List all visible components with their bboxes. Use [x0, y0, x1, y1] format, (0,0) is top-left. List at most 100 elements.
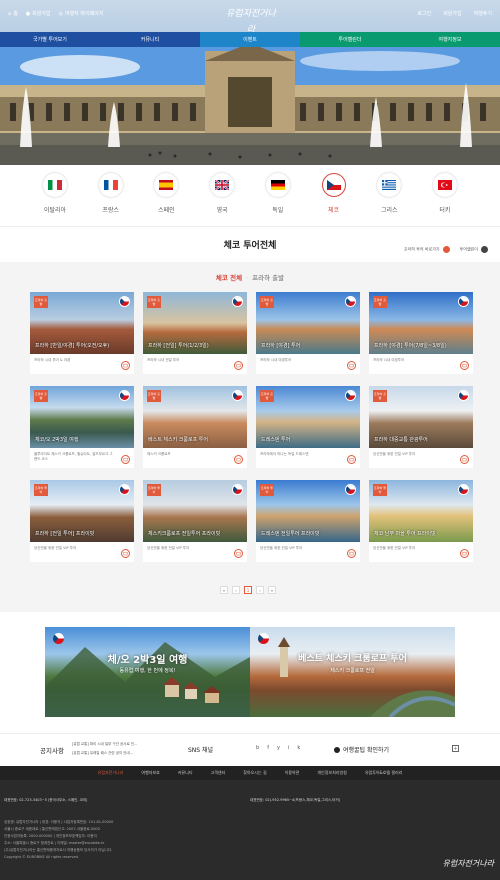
calendar-icon: [481, 246, 488, 253]
last-page-button[interactable]: »: [268, 586, 276, 594]
cart-icon[interactable]: [234, 361, 243, 370]
cart-icon[interactable]: [121, 549, 130, 558]
site-logo[interactable]: 유럽자전거나라: [225, 6, 277, 35]
travel-tip-link[interactable]: 여행꿀팁 확인하기: [334, 745, 389, 754]
footer-link[interactable]: 여행자보호: [141, 770, 159, 776]
cart-icon[interactable]: [460, 455, 469, 464]
quick-links: 프라하 투어 바로가기 투어캘린더: [404, 246, 488, 253]
notice-item[interactable]: [유럽 교통] 유레일 패스 관련 공지 안내...: [72, 749, 137, 758]
tour-card-image: 프라하 투어 체스키크룸로프 전일투어 프라이빗: [143, 480, 247, 542]
country-italy[interactable]: 이탈리아: [40, 173, 70, 223]
footer-link[interactable]: 이용약관: [285, 770, 300, 776]
util-join-link[interactable]: ● 회원가입: [26, 10, 51, 18]
kakao-icon[interactable]: k: [297, 745, 300, 751]
tour-card[interactable]: 프라하 출발 프라하 [야경] 투어(7/8일~3/8일) 프라하 시내 야경투어: [369, 292, 473, 374]
nav-item-event[interactable]: 이벤트: [200, 32, 300, 47]
cart-icon[interactable]: [234, 549, 243, 558]
tour-card[interactable]: 프라하 출발 프라하 [야경] 투어 프라하 시내 야경투어: [256, 292, 360, 374]
section-divider: [0, 226, 500, 227]
hero-banner: [0, 47, 500, 165]
tour-card[interactable]: 프라하 투어 프라하 [전일 투어] 프라이빗 당신만을 위한 전일 VIP 투어: [30, 480, 134, 562]
page-1-button[interactable]: 1: [244, 586, 252, 594]
czech-flag-icon: [458, 390, 469, 401]
greece-flag-icon: [382, 180, 397, 190]
prev-page-button[interactable]: ‹: [232, 586, 240, 594]
nav-item-countries[interactable]: 국가별 투어보기: [0, 32, 100, 47]
cart-icon[interactable]: [460, 549, 469, 558]
footer-link[interactable]: 개인정보처리방침: [317, 770, 346, 776]
prague-tour-link[interactable]: 프라하 투어 바로가기: [404, 246, 450, 253]
footer-link[interactable]: 고객센터: [211, 770, 226, 776]
tour-card-image: 프라하 투어 프라하 [전일 투어] 프라이빗: [30, 480, 134, 542]
check-icon: [334, 746, 340, 753]
join-link[interactable]: 회원가입: [443, 10, 461, 17]
footer-link[interactable]: 찾아오시는 길: [243, 770, 266, 776]
czech-flag-icon: [345, 296, 356, 307]
arrow-icon: [442, 246, 450, 253]
country-france[interactable]: 프랑스: [96, 173, 126, 223]
tour-card[interactable]: 프라하 출발 베스트 체스키 크룸로프 투어 체스키 크룸로프: [143, 386, 247, 468]
login-link[interactable]: 로그인: [417, 10, 431, 17]
czech-flag-icon: [326, 180, 341, 190]
country-turkey[interactable]: 터키: [430, 173, 460, 223]
promo-subtitle: 체스키 크룸로프 전일: [330, 668, 375, 674]
nav-item-calendar[interactable]: 투어캘린더: [300, 32, 400, 47]
cart-icon[interactable]: [234, 455, 243, 464]
tab-all[interactable]: 체코 전체: [216, 274, 242, 282]
facebook-icon[interactable]: f: [267, 745, 269, 751]
czech-flag-icon: [345, 390, 356, 401]
czech-flag-icon: [232, 390, 243, 401]
italy-flag-icon: [48, 180, 62, 190]
tab-prague[interactable]: 프라하 출발: [252, 274, 284, 282]
youtube-icon[interactable]: y: [277, 745, 280, 751]
country-uk[interactable]: 영국: [207, 173, 237, 223]
tour-card-image: 프라하 출발 프라하 [야경] 투어(7/8일~3/8일): [369, 292, 473, 354]
france-flag-icon: [103, 180, 118, 190]
sns-icons: b f y i k: [256, 745, 300, 751]
country-spain[interactable]: 스페인: [151, 173, 181, 223]
cart-icon[interactable]: [347, 361, 356, 370]
footer-phone-1: 대표번호: 02-723-3403~5 (한국사무소, 스페인, 코리): [4, 798, 88, 802]
country-czech[interactable]: 체코: [319, 173, 349, 223]
cart-icon[interactable]: [347, 455, 356, 464]
tour-card-image: 프라하 출발 베스트 체스키 크룸로프 투어: [143, 386, 247, 448]
sns-title: SNS 채널: [188, 747, 214, 754]
cart-icon[interactable]: [121, 455, 130, 464]
tour-card-image: 프라하 출발 드레스덴 투어: [256, 386, 360, 448]
footer-link[interactable]: 유럽투어&호텔 갤러리: [365, 770, 403, 776]
promo-banner-austria[interactable]: 체/오 2박3일 여행 동유럽 여행, 한 번에 정복!: [45, 627, 250, 717]
footer-link[interactable]: 커뮤니티: [178, 770, 193, 776]
nav-item-info[interactable]: 여행지정보: [400, 32, 500, 47]
tour-card[interactable]: 프라하 투어 체스키크룸로프 전일투어 프라이빗 당신만을 위한 전일 VIP 투…: [143, 480, 247, 562]
tour-card[interactable]: 프라하 출발 프라하 대중교통 관광투어 당신만을 위한 전일 VIP 투어: [369, 386, 473, 468]
instagram-icon[interactable]: i: [288, 745, 289, 751]
cart-icon[interactable]: [121, 361, 130, 370]
util-home-link[interactable]: ⌂ 홈: [8, 10, 18, 18]
notice-item[interactable]: [유럽 교통] 파리 시내 일부 구간 공사로 인...: [72, 740, 137, 749]
review-link[interactable]: 여행후기: [474, 10, 492, 17]
nav-item-community[interactable]: 커뮤니티: [100, 32, 200, 47]
tour-card[interactable]: 프라하 투어 체코 남부 마을 투어 프라이빗 당신만을 위한 전일 VIP 투어: [369, 480, 473, 562]
cart-icon[interactable]: [460, 361, 469, 370]
country-greece[interactable]: 그리스: [374, 173, 404, 223]
footer-link[interactable]: 유럽자전거나라: [98, 770, 124, 776]
tour-card[interactable]: 프라하 출발 체코/오 2박3일 여행 블루라이트 체스키 크룸로프, 할슈타트,…: [30, 386, 134, 468]
country-germany[interactable]: 독일: [263, 173, 293, 223]
tour-calendar-link[interactable]: 투어캘린더: [460, 246, 488, 253]
tour-card[interactable]: 프라하 출발 프라하 [전일] 투어(1/2/3일) 프라하 시내 전일 투어: [143, 292, 247, 374]
tour-card[interactable]: 프라하 출발 프라하 [반일/야경] 투어(오전/오후) 프라하 시내 투어 & …: [30, 292, 134, 374]
more-button[interactable]: +: [452, 745, 459, 752]
cart-icon[interactable]: [347, 549, 356, 558]
blog-icon[interactable]: b: [256, 745, 259, 751]
promo-banner-cesky[interactable]: 베스트 체스키 크룸로프 투어 체스키 크룸로프 전일: [250, 627, 455, 717]
tour-card[interactable]: 프라하 투어 드레스덴 전일투어 프라이빗 당신만을 위한 전일 VIP 투어: [256, 480, 360, 562]
top-header: ⌂ 홈 ● 회원가입 ◎ 여행자 마이페이지 유럽자전거나라 로그인 회원가입 여행후…: [0, 0, 500, 35]
next-page-button[interactable]: ›: [256, 586, 264, 594]
czech-flag-icon: [53, 633, 64, 644]
notice-title: 공지사항: [40, 747, 64, 755]
footer-phone-2: 대표번호: 02)-952-9965~4(프랑스,체코,독일,그리스,터키): [250, 798, 341, 802]
bike-icon: ◎: [58, 10, 63, 17]
first-page-button[interactable]: «: [220, 586, 228, 594]
util-mypage-link[interactable]: ◎ 여행자 마이페이지: [58, 10, 104, 18]
tour-card[interactable]: 프라하 출발 드레스덴 투어 프라하에서 떠나는 독일 드레스덴: [256, 386, 360, 468]
